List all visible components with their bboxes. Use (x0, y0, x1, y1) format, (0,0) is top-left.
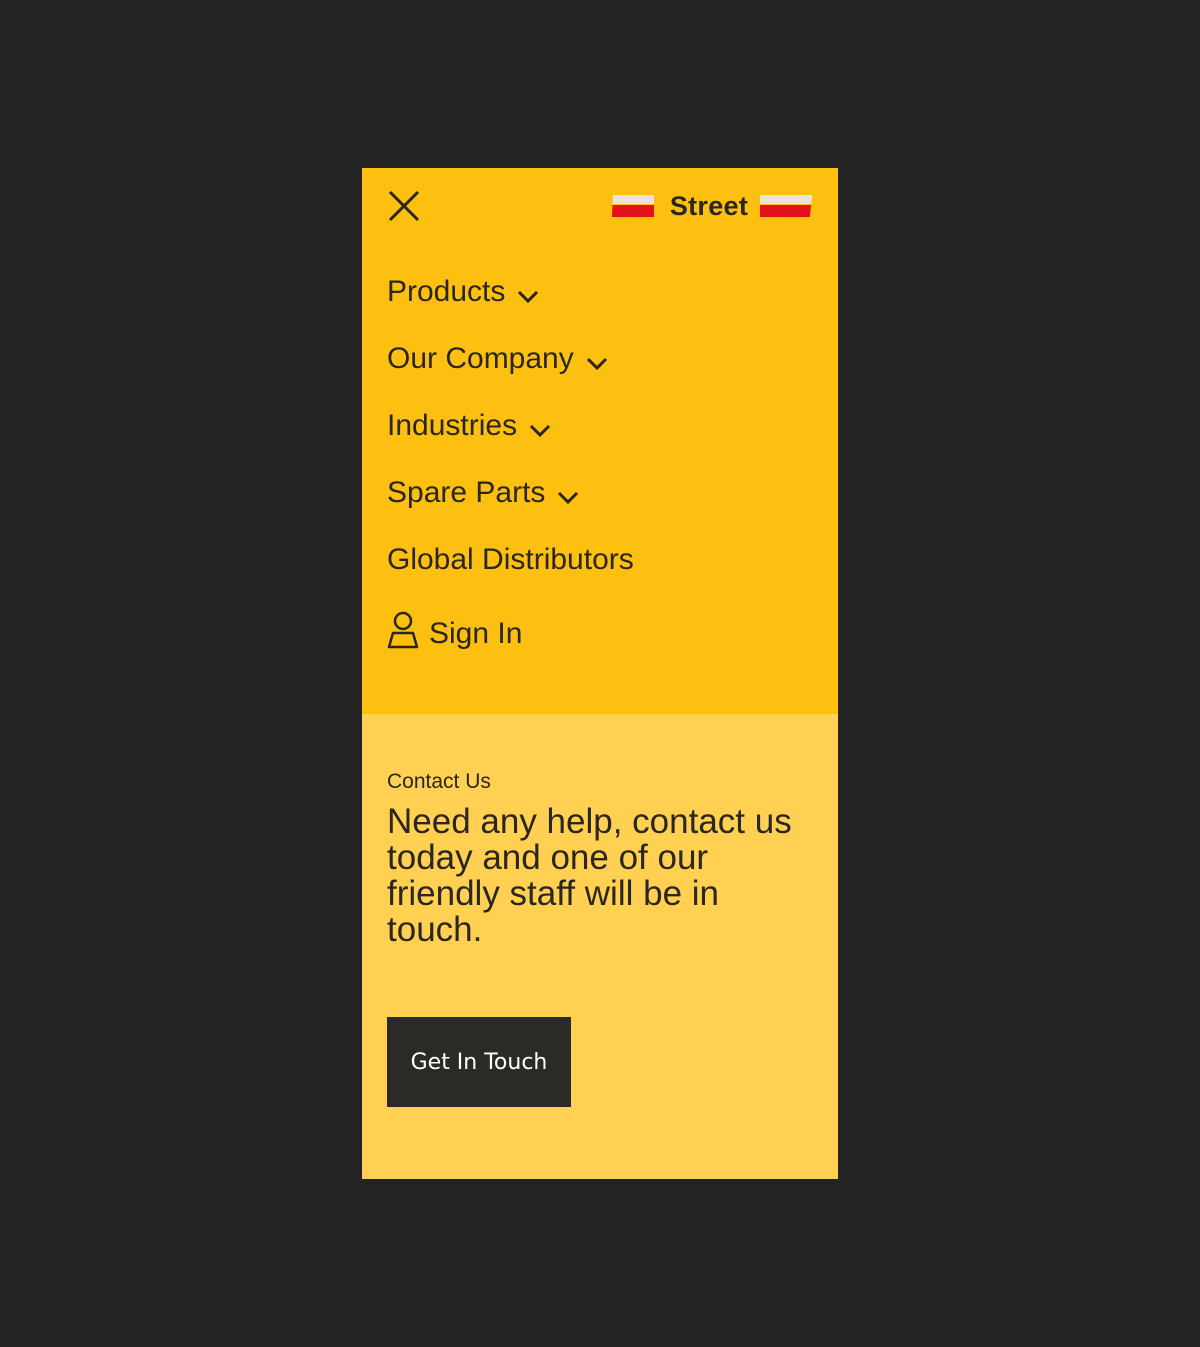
nav-item-products[interactable]: Products (387, 270, 539, 314)
chevron-down-icon (517, 278, 539, 312)
close-button[interactable] (386, 188, 422, 224)
chevron-down-icon (586, 345, 608, 379)
brand-logo[interactable]: Street (612, 191, 814, 221)
close-icon (388, 190, 420, 222)
user-icon (387, 611, 419, 657)
nav-item-global-distributors[interactable]: Global Distributors (387, 538, 634, 582)
nav-item-spare-parts[interactable]: Spare Parts (387, 471, 579, 515)
nav-item-label: Spare Parts (387, 476, 546, 509)
contact-kicker: Contact Us (387, 770, 491, 793)
sign-in-link[interactable]: Sign In (387, 611, 523, 657)
mobile-menu: Street Products Our Company Industries S… (362, 168, 838, 1179)
contact-panel: Contact Us Need any help, contact us tod… (362, 714, 838, 1179)
logo-stripe-left (612, 195, 654, 217)
sign-in-label: Sign In (429, 617, 523, 650)
nav-item-label: Industries (387, 409, 518, 442)
logo-text: Street (669, 191, 749, 221)
menu-panel: Street Products Our Company Industries S… (362, 168, 838, 714)
chevron-down-icon (557, 479, 579, 513)
nav-item-label: Global Distributors (387, 543, 634, 576)
chevron-down-icon (529, 412, 551, 446)
nav-item-our-company[interactable]: Our Company (387, 337, 608, 381)
logo-stripe-right (760, 195, 812, 217)
nav-item-label: Products (387, 275, 506, 308)
nav-item-label: Our Company (387, 342, 574, 375)
nav-item-industries[interactable]: Industries (387, 404, 551, 448)
get-in-touch-button[interactable]: Get In Touch (387, 1017, 571, 1107)
contact-message: Need any help, contact us today and one … (387, 802, 792, 949)
